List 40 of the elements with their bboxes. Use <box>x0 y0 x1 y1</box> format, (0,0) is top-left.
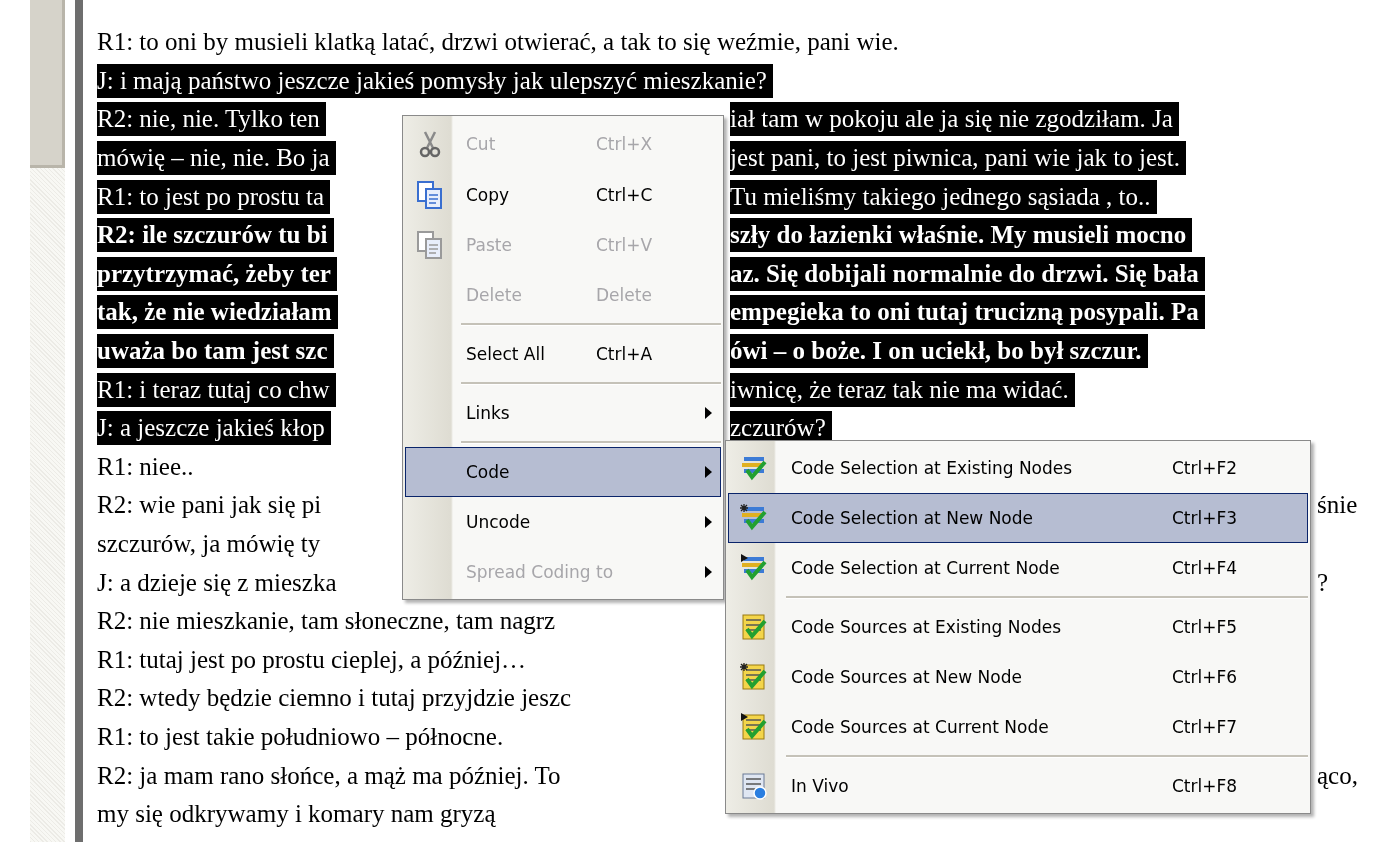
menu-item[interactable]: Copy Ctrl+C <box>405 170 721 220</box>
menu-item[interactable]: Select All Ctrl+A <box>405 329 721 379</box>
menu-item[interactable]: Code Selection at Existing Nodes Ctrl+F2 <box>728 443 1308 493</box>
menu-item[interactable]: In Vivo Ctrl+F8 <box>728 761 1308 811</box>
transcript-line: R2: wtedy będzie ciemno i tutaj przyjdzie jeszc <box>97 683 573 714</box>
scrollbar-thumb[interactable] <box>30 0 65 168</box>
scissors-icon <box>419 130 441 158</box>
transcript-line: my się odkrywamy i komary nam gryzą <box>97 799 497 830</box>
transcript-line: ? <box>1317 567 1330 598</box>
transcript-line: R1: niee.. <box>97 451 195 482</box>
transcript-line: śnie <box>1317 490 1359 521</box>
transcript-line: R2: ja mam rano słońce, a mąż ma później. To <box>97 760 562 791</box>
copy-icon <box>416 180 444 210</box>
submenu-arrow-icon <box>704 407 712 419</box>
transcript-line: J: a dzieje się z mieszka <box>97 567 338 598</box>
paste-icon <box>416 230 444 260</box>
transcript-line: R1: to jest takie południowo – północne. <box>97 722 505 752</box>
menu-item[interactable]: Code Sources at New Node Ctrl+F6 <box>728 652 1308 702</box>
transcript-line: szczurów, ja mówię ty <box>97 529 322 559</box>
transcript-line: R1: tutaj jest po prostu cieplej, a później… <box>97 644 528 675</box>
menu-item[interactable]: Uncode <box>405 497 721 547</box>
transcript-line: R1: to oni by musieli klatką latać, drzwi otwierać, a tak to się weźmie, pani wie. <box>97 27 900 58</box>
submenu-arrow-icon <box>704 566 712 578</box>
submenu-arrow-icon <box>704 516 712 528</box>
menu-item[interactable]: Code Sources at Existing Nodes Ctrl+F5 <box>728 602 1308 652</box>
menu-item[interactable]: Code Sources at Current Node Ctrl+F7 <box>728 702 1308 752</box>
menu-item[interactable]: Code Selection at New Node Ctrl+F3 <box>728 493 1308 543</box>
document-check-icon <box>739 612 769 642</box>
transcript-line: R2: nie mieszkanie, tam słoneczne, tam nagrz <box>97 606 557 637</box>
lines-with-globe-icon <box>739 771 769 801</box>
menu-item[interactable]: Code <box>405 447 721 497</box>
transcript-line: R2: wie pani jak się pi <box>97 490 323 521</box>
menu-item[interactable]: Code Selection at Current Node Ctrl+F4 <box>728 543 1308 593</box>
document-check-icon <box>739 712 769 742</box>
menu-item[interactable]: Links <box>405 388 721 438</box>
transcript-line: ąco, <box>1317 760 1359 791</box>
document-check-icon <box>739 503 769 533</box>
submenu-arrow-icon <box>704 466 712 478</box>
document-check-icon <box>739 662 769 692</box>
document-check-icon <box>739 553 769 583</box>
